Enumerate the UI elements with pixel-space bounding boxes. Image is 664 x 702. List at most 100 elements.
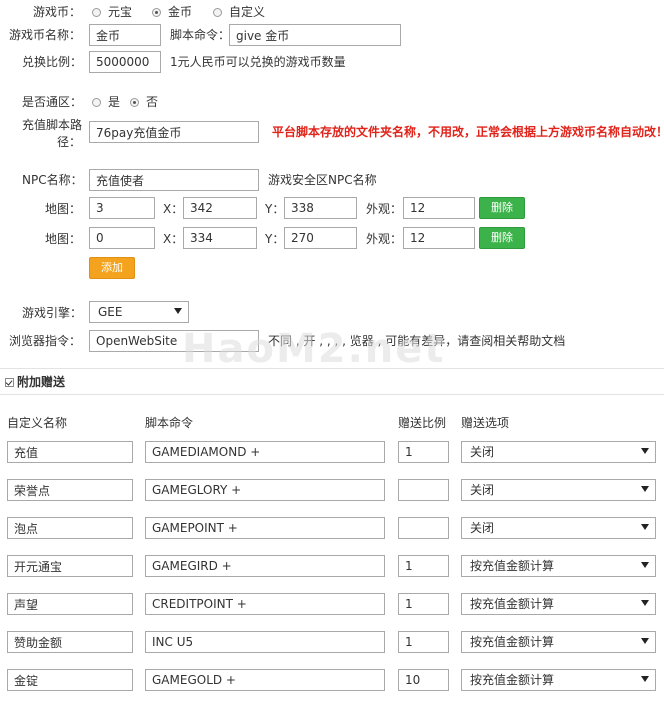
gift-ratio-input[interactable] — [398, 441, 449, 463]
map-look-label: 外观： — [366, 232, 403, 246]
watermark-text: HaoM2.net — [182, 326, 446, 372]
map-x-input[interactable] — [183, 227, 257, 249]
map-label: 地图： — [45, 232, 82, 246]
script-path-input[interactable] — [89, 121, 259, 143]
map-x-label: X： — [163, 202, 184, 216]
gift-ratio-input[interactable] — [398, 479, 449, 501]
chevron-down-icon — [641, 676, 649, 682]
gift-option-value: 按充值金额计算 — [470, 673, 555, 687]
gift-option-select[interactable]: 按充值金额计算 — [461, 669, 656, 691]
radio-yuanbao[interactable] — [92, 8, 101, 17]
npc-label: NPC名称： — [22, 173, 83, 187]
header-gift-ratio: 赠送比例 — [398, 416, 447, 430]
map-id-input[interactable] — [89, 227, 155, 249]
gift-option-value: 关闭 — [470, 483, 495, 497]
universal-label: 是否通区： — [22, 95, 83, 109]
gift-cmd-input[interactable] — [145, 517, 385, 539]
radio-universal-no[interactable] — [130, 98, 139, 107]
gift-option-select[interactable]: 按充值金额计算 — [461, 631, 656, 653]
map-y-input[interactable] — [284, 197, 357, 219]
gift-ratio-input[interactable] — [398, 593, 449, 615]
chevron-down-icon — [641, 600, 649, 606]
radio-jinbi-label: 金币 — [168, 5, 193, 19]
map-look-input[interactable] — [403, 197, 475, 219]
delete-button[interactable]: 删除 — [479, 197, 525, 219]
chevron-down-icon — [641, 562, 649, 568]
radio-yuanbao-label: 元宝 — [108, 5, 133, 19]
header-custom-name: 自定义名称 — [7, 416, 68, 430]
script-path-note: 平台脚本存放的文件夹名称，不用改，正常会根据上方游戏币名称自动改！ — [272, 125, 664, 139]
gift-cmd-input[interactable] — [145, 441, 385, 463]
currency-name-input[interactable] — [89, 24, 161, 46]
map-y-label: Y： — [265, 202, 285, 216]
gift-ratio-input[interactable] — [398, 517, 449, 539]
chevron-down-icon — [641, 524, 649, 530]
delete-button[interactable]: 删除 — [479, 227, 525, 249]
map-label: 地图： — [45, 202, 82, 216]
gift-name-input[interactable] — [7, 479, 133, 501]
section-divider-top — [0, 368, 664, 369]
gift-name-input[interactable] — [7, 555, 133, 577]
radio-universal-yes-label: 是 — [108, 95, 121, 109]
engine-label: 游戏引擎： — [22, 306, 83, 320]
add-map-button[interactable]: 添加 — [89, 257, 135, 279]
npc-hint: 游戏安全区NPC名称 — [268, 173, 377, 187]
exchange-label: 兑换比例： — [22, 55, 83, 69]
map-look-input[interactable] — [403, 227, 475, 249]
map-look-label: 外观： — [366, 202, 403, 216]
gift-name-input[interactable] — [7, 669, 133, 691]
gift-option-value: 关闭 — [470, 521, 495, 535]
radio-custom[interactable] — [213, 8, 222, 17]
gift-cmd-input[interactable] — [145, 631, 385, 653]
currency-name-label: 游戏币名称： — [9, 28, 82, 42]
script-cmd-label: 脚本命令： — [170, 28, 231, 42]
gift-option-select[interactable]: 关闭 — [461, 441, 656, 463]
gift-option-select[interactable]: 按充值金额计算 — [461, 555, 656, 577]
gift-cmd-input[interactable] — [145, 669, 385, 691]
chevron-down-icon — [174, 308, 182, 314]
exchange-hint: 1元人民币可以兑换的游戏币数量 — [170, 55, 346, 69]
map-id-input[interactable] — [89, 197, 155, 219]
exchange-input[interactable] — [89, 51, 161, 73]
engine-select-value: GEE — [98, 305, 123, 319]
npc-input[interactable] — [89, 169, 259, 191]
chevron-down-icon — [641, 448, 649, 454]
currency-label: 游戏币： — [33, 5, 82, 19]
map-y-label: Y： — [265, 232, 285, 246]
header-script-cmd: 脚本命令 — [145, 416, 194, 430]
map-x-label: X： — [163, 232, 184, 246]
gift-option-value: 按充值金额计算 — [470, 597, 555, 611]
gift-option-value: 按充值金额计算 — [470, 635, 555, 649]
gift-cmd-input[interactable] — [145, 555, 385, 577]
map-y-input[interactable] — [284, 227, 357, 249]
gift-option-select[interactable]: 关闭 — [461, 517, 656, 539]
gift-ratio-input[interactable] — [398, 669, 449, 691]
radio-universal-no-label: 否 — [146, 95, 159, 109]
map-x-input[interactable] — [183, 197, 257, 219]
script-path-label-2: 径： — [57, 135, 82, 149]
engine-select[interactable]: GEE — [89, 301, 189, 323]
gift-option-value: 按充值金额计算 — [470, 559, 555, 573]
gift-name-input[interactable] — [7, 517, 133, 539]
gift-name-input[interactable] — [7, 631, 133, 653]
gift-cmd-input[interactable] — [145, 593, 385, 615]
gift-ratio-input[interactable] — [398, 555, 449, 577]
chevron-down-icon — [641, 486, 649, 492]
script-cmd-input[interactable] — [229, 24, 401, 46]
radio-universal-yes[interactable] — [92, 98, 101, 107]
extra-gift-label: 附加赠送 — [17, 375, 66, 389]
gift-option-select[interactable]: 关闭 — [461, 479, 656, 501]
gift-name-input[interactable] — [7, 441, 133, 463]
gift-option-value: 关闭 — [470, 445, 495, 459]
radio-jinbi[interactable] — [152, 8, 161, 17]
gift-name-input[interactable] — [7, 593, 133, 615]
header-gift-option: 赠送选项 — [461, 416, 510, 430]
section-divider-bottom — [0, 394, 664, 395]
gift-ratio-input[interactable] — [398, 631, 449, 653]
chevron-down-icon — [641, 638, 649, 644]
extra-gift-checkbox[interactable] — [5, 378, 14, 387]
gift-cmd-input[interactable] — [145, 479, 385, 501]
radio-custom-label: 自定义 — [229, 5, 266, 19]
script-path-label-1: 充值脚本路 — [22, 118, 83, 132]
gift-option-select[interactable]: 按充值金额计算 — [461, 593, 656, 615]
